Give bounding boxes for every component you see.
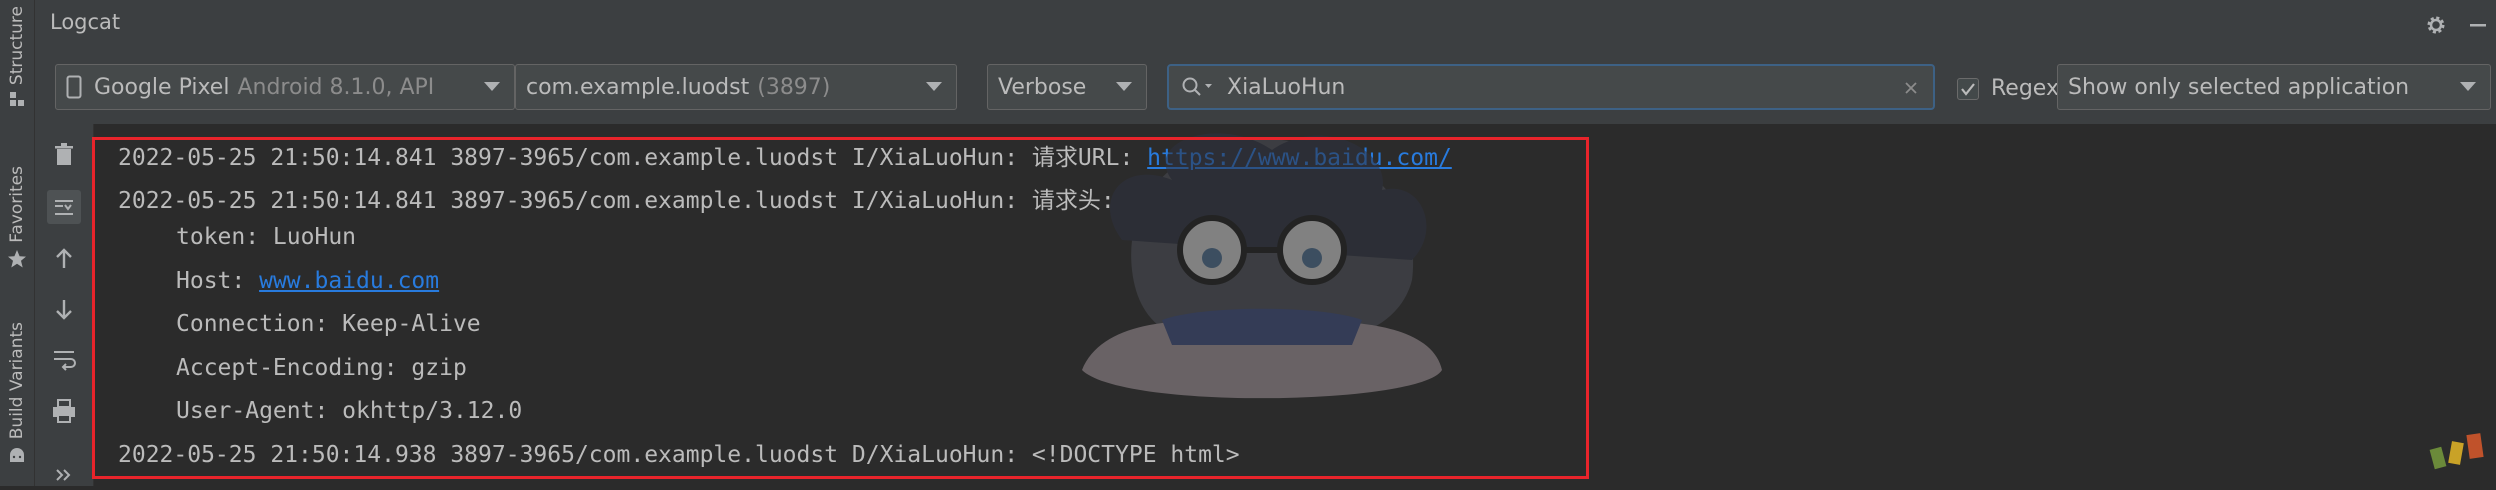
chevron-down-icon — [2460, 82, 2476, 91]
log-line: 2022-05-25 21:50:14.841 3897-3965/com.ex… — [118, 181, 1115, 215]
chevron-down-icon — [484, 82, 500, 91]
favorites-tab-label: Favorites — [7, 166, 27, 243]
build-variants-tab-label: Build Variants — [7, 322, 27, 440]
log-text: token: LuoHun — [176, 224, 357, 250]
search-icon — [1182, 77, 1212, 96]
scroll-to-end-button[interactable] — [47, 190, 81, 224]
gear-icon[interactable] — [2424, 13, 2448, 37]
arrow-up-icon[interactable] — [49, 244, 79, 274]
log-text: Accept-Encoding: gzip — [176, 355, 467, 381]
print-icon[interactable] — [49, 396, 79, 426]
decorative-icon — [2429, 433, 2484, 470]
favorites-tab[interactable]: Favorites — [0, 166, 34, 269]
host-link[interactable]: www.baidu.com — [259, 268, 439, 294]
device-detail: Android 8.1.0, API — [237, 74, 435, 100]
log-line: Connection: Keep-Alive — [176, 311, 481, 337]
device-name: Google Pixel — [94, 74, 230, 100]
logcat-actions — [35, 124, 94, 486]
device-selector[interactable]: Google Pixel Android 8.1.0, API — [55, 64, 515, 110]
logcat-title-bar: Logcat — [35, 0, 2496, 51]
trash-icon[interactable] — [49, 140, 79, 170]
log-text: 2022-05-25 21:50:14.841 3897-3965/com.ex… — [118, 188, 1115, 214]
arrow-down-icon[interactable] — [49, 294, 79, 324]
clear-search-icon[interactable] — [1903, 80, 1919, 96]
log-line: token: LuoHun — [176, 224, 356, 250]
background-watermark-image — [1082, 133, 1442, 399]
structure-icon — [10, 92, 24, 107]
log-text: 2022-05-25 21:50:14.841 3897-3965/com.ex… — [118, 145, 1148, 171]
filter-mode-selector[interactable]: Show only selected application — [2057, 64, 2491, 110]
structure-tab[interactable]: Structure — [0, 6, 34, 107]
search-input[interactable]: XiaLuoHun — [1167, 64, 1935, 110]
log-text: User-Agent: okhttp/3.12.0 — [176, 398, 523, 424]
regex-toggle[interactable]: Regex — [1957, 76, 2059, 101]
logcat-filter-toolbar: Google Pixel Android 8.1.0, API com.exam… — [35, 50, 2496, 124]
star-icon — [8, 249, 26, 268]
minimize-icon[interactable] — [2466, 13, 2490, 37]
regex-label: Regex — [1991, 76, 2059, 101]
log-text: Connection: Keep-Alive — [176, 311, 481, 337]
process-pid: (3897) — [757, 74, 831, 100]
phone-icon — [66, 75, 82, 99]
window-title: Logcat — [50, 10, 121, 34]
filter-mode-value: Show only selected application — [2068, 74, 2410, 100]
log-line: 2022-05-25 21:50:14.938 3897-3965/com.ex… — [118, 442, 1240, 468]
log-level-value: Verbose — [998, 74, 1087, 100]
tool-window-strip: Structure Favorites Build Variants — [0, 0, 35, 486]
log-text: Host: — [176, 268, 260, 294]
process-name: com.example.luodst — [526, 74, 750, 100]
chevron-down-icon — [926, 82, 942, 91]
structure-tab-label: Structure — [7, 6, 27, 86]
regex-checkbox[interactable] — [1957, 77, 1979, 100]
log-text: 2022-05-25 21:50:14.938 3897-3965/com.ex… — [118, 442, 1240, 468]
log-level-selector[interactable]: Verbose — [987, 64, 1147, 110]
log-line: Accept-Encoding: gzip — [176, 355, 467, 381]
log-line: User-Agent: okhttp/3.12.0 — [176, 398, 522, 424]
log-line: Host: www.baidu.com — [176, 268, 439, 294]
soft-wrap-icon[interactable] — [49, 344, 79, 374]
android-icon — [10, 448, 24, 463]
checkmark-icon — [1961, 82, 1975, 96]
process-selector[interactable]: com.example.luodst (3897) — [515, 64, 957, 110]
build-variants-tab[interactable]: Build Variants — [0, 322, 34, 463]
scroll-to-end-icon — [55, 200, 73, 215]
chevron-down-icon — [1116, 82, 1132, 91]
search-query: XiaLuoHun — [1227, 74, 1346, 100]
